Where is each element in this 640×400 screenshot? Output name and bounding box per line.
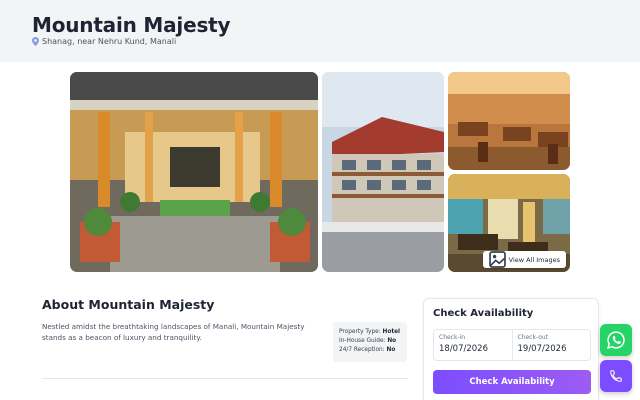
restaurant-photo[interactable] xyxy=(448,72,570,170)
availability-title: Check Availability xyxy=(433,308,534,319)
fact-label: In-House Guide: xyxy=(339,338,386,344)
photo-gallery: View All Images xyxy=(70,72,570,272)
fact-value: No xyxy=(387,338,397,344)
fact-in-house-guide: In-House Guide: No xyxy=(339,337,401,346)
dining-hall-photo[interactable]: View All Images xyxy=(448,174,570,272)
phone-icon xyxy=(610,370,622,382)
check-in-label: Check-in xyxy=(439,334,466,341)
availability-card: Check Availability Check-in 18/07/2026 C… xyxy=(423,298,599,400)
check-out-value: 19/07/2026 xyxy=(517,344,567,354)
section-divider xyxy=(42,378,408,379)
call-button[interactable] xyxy=(600,360,632,392)
about-heading: About Mountain Majesty xyxy=(42,297,215,312)
whatsapp-button[interactable] xyxy=(600,324,632,356)
fact-label: Property Type: xyxy=(339,329,381,335)
check-in-value: 18/07/2026 xyxy=(439,344,488,354)
images-icon xyxy=(488,251,506,268)
check-out-field[interactable]: Check-out 19/07/2026 xyxy=(511,330,591,360)
property-facts: Property Type: Hotel In-House Guide: No … xyxy=(333,322,407,362)
location-text: Shanag, near Nehru Kund, Manali xyxy=(42,37,177,46)
check-out-label: Check-out xyxy=(517,334,549,341)
about-description: Nestled amidst the breathtaking landscap… xyxy=(42,322,305,342)
check-availability-button[interactable]: Check Availability xyxy=(433,370,591,394)
whatsapp-icon xyxy=(607,331,625,349)
fact-value: Hotel xyxy=(382,329,401,335)
view-all-images-label: View All Images xyxy=(508,255,560,264)
fact-reception: 24/7 Reception: No xyxy=(339,346,401,355)
map-pin-icon xyxy=(32,37,39,46)
view-all-images-button[interactable]: View All Images xyxy=(482,251,566,268)
entrance-photo[interactable] xyxy=(70,72,318,272)
fact-property-type: Property Type: Hotel xyxy=(339,328,401,337)
check-in-field[interactable]: Check-in 18/07/2026 xyxy=(434,330,512,360)
fact-value: No xyxy=(386,347,396,353)
fact-label: 24/7 Reception: xyxy=(339,347,385,353)
property-header: Mountain Majesty Shanag, near Nehru Kund… xyxy=(0,0,640,62)
property-title: Mountain Majesty xyxy=(32,13,231,37)
property-location: Shanag, near Nehru Kund, Manali xyxy=(32,37,176,46)
date-range-picker: Check-in 18/07/2026 Check-out 19/07/2026 xyxy=(433,329,591,361)
building-photo[interactable] xyxy=(322,72,444,272)
